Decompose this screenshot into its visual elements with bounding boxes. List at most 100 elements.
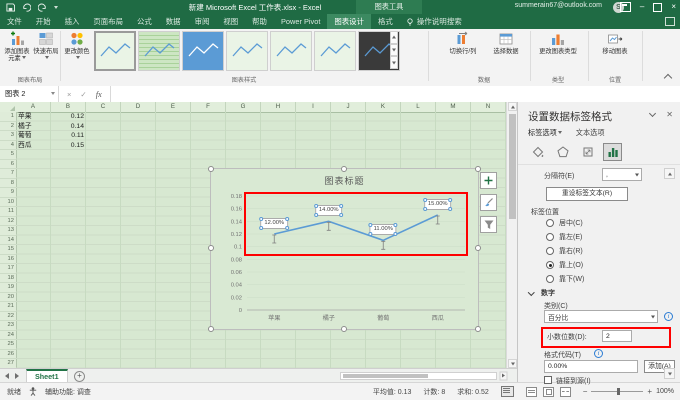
new-sheet-button[interactable]: +: [74, 371, 85, 382]
chart-handle[interactable]: [341, 166, 347, 172]
size-properties-icon[interactable]: [578, 143, 597, 161]
column-header-K[interactable]: K: [366, 102, 401, 112]
column-header-L[interactable]: L: [401, 102, 436, 112]
row-header-22[interactable]: 22: [0, 312, 16, 322]
ribbon-display-icon[interactable]: [620, 2, 631, 12]
tab-页面布局[interactable]: 页面布局: [86, 14, 130, 29]
row-header-6[interactable]: 6: [0, 160, 16, 170]
sheet-nav-right-icon[interactable]: [15, 373, 19, 379]
position-option-3[interactable]: 靠右(R): [546, 246, 583, 256]
sheet-tab-sheet1[interactable]: Sheet1: [26, 369, 68, 382]
tab-label-options[interactable]: 标签选项: [528, 128, 562, 138]
radio-icon[interactable]: [546, 261, 554, 269]
name-box[interactable]: 图表 2: [0, 86, 59, 102]
chart-style-thumb[interactable]: [226, 31, 268, 71]
undo-icon[interactable]: [22, 3, 31, 12]
save-icon[interactable]: [6, 3, 15, 12]
number-section-chevron-icon[interactable]: [529, 290, 534, 295]
number-section-header[interactable]: 数字: [541, 288, 555, 298]
vertical-scroll-thumb[interactable]: [509, 114, 516, 219]
quick-layout-button[interactable]: 快速布局: [33, 31, 59, 62]
switch-row-column-button[interactable]: 切换行/列: [443, 31, 483, 55]
chart-handle[interactable]: [475, 245, 481, 251]
zoom-slider-thumb[interactable]: [617, 388, 620, 395]
tab-插入[interactable]: 插入: [58, 14, 87, 29]
cell-A3[interactable]: 葡萄: [16, 131, 51, 141]
column-header-A[interactable]: A: [16, 102, 51, 112]
radio-icon[interactable]: [546, 247, 554, 255]
chart-handle[interactable]: [208, 245, 214, 251]
tab-文件[interactable]: 文件: [0, 14, 29, 29]
position-option-5[interactable]: 靠下(W): [546, 274, 584, 284]
column-header-H[interactable]: H: [261, 102, 296, 112]
move-chart-button[interactable]: 移动图表: [595, 31, 635, 55]
data-label[interactable]: 14.00%: [315, 205, 343, 216]
position-option-4[interactable]: 靠上(O): [546, 260, 583, 270]
vertical-scrollbar[interactable]: [506, 102, 517, 368]
horizontal-scrollbar[interactable]: [340, 372, 497, 380]
chart-object[interactable]: 图表标题 0.180.160.140.120.10.080.060.040.02…: [210, 168, 479, 330]
row-header-25[interactable]: 25: [0, 340, 16, 350]
tab-图表设计[interactable]: 图表设计: [327, 14, 371, 29]
chart-elements-button[interactable]: [480, 172, 497, 189]
restore-button[interactable]: [653, 3, 662, 12]
row-header-19[interactable]: 19: [0, 283, 16, 293]
tab-公式[interactable]: 公式: [130, 14, 159, 29]
chart-styles-button[interactable]: [480, 194, 497, 211]
row-header-7[interactable]: 7: [0, 169, 16, 179]
customize-qat-caret-icon[interactable]: [54, 6, 58, 9]
collapse-pane-icon[interactable]: [665, 17, 675, 26]
cell-B3[interactable]: 0.11: [51, 131, 87, 141]
scroll-down-icon[interactable]: [508, 359, 517, 368]
position-option-1[interactable]: 居中(C): [546, 218, 583, 228]
cell-A1[interactable]: 苹果: [16, 112, 51, 122]
select-data-button[interactable]: 选择数据: [487, 31, 525, 55]
zoom-slider[interactable]: [591, 391, 643, 392]
cell-B4[interactable]: 0.15: [51, 141, 87, 151]
column-header-E[interactable]: E: [156, 102, 191, 112]
row-header-12[interactable]: 12: [0, 217, 16, 227]
data-label[interactable]: 12.00%: [260, 218, 288, 229]
add-chart-element-button[interactable]: 添加图表元素: [2, 31, 32, 62]
cell-A2[interactable]: 橘子: [16, 122, 51, 132]
row-header-10[interactable]: 10: [0, 198, 16, 208]
row-header-18[interactable]: 18: [0, 274, 16, 284]
row-header-16[interactable]: 16: [0, 255, 16, 265]
row-header-23[interactable]: 23: [0, 321, 16, 331]
zoom-out-icon[interactable]: −: [583, 387, 588, 396]
column-header-J[interactable]: J: [331, 102, 366, 112]
row-header-4[interactable]: 4: [0, 141, 16, 151]
separator-combobox[interactable]: ,: [602, 168, 642, 181]
chart-handle[interactable]: [208, 166, 214, 172]
column-header-C[interactable]: C: [86, 102, 121, 112]
minimize-button[interactable]: –: [640, 0, 644, 14]
cell-B1[interactable]: 0.12: [51, 112, 87, 122]
column-header-M[interactable]: M: [436, 102, 471, 112]
gallery-more-icon[interactable]: [390, 56, 398, 69]
scroll-right-icon[interactable]: [500, 372, 508, 381]
fill-line-icon[interactable]: [528, 143, 547, 161]
enter-icon[interactable]: ✓: [80, 90, 86, 99]
radio-icon[interactable]: [546, 233, 554, 241]
chart-handle[interactable]: [341, 326, 347, 332]
column-header-D[interactable]: D: [121, 102, 156, 112]
row-header-9[interactable]: 9: [0, 188, 16, 198]
reset-label-text-button[interactable]: 重设标签文本(R): [546, 187, 628, 201]
row-header-8[interactable]: 8: [0, 179, 16, 189]
row-header-24[interactable]: 24: [0, 331, 16, 341]
radio-icon[interactable]: [546, 275, 554, 283]
position-option-2[interactable]: 靠左(E): [546, 232, 582, 242]
row-header-21[interactable]: 21: [0, 302, 16, 312]
chart-style-thumb[interactable]: [94, 31, 136, 71]
data-label[interactable]: 11.00%: [370, 224, 397, 235]
cancel-icon[interactable]: ×: [67, 90, 71, 99]
change-chart-type-button[interactable]: 更改图表类型: [536, 31, 580, 55]
column-header-I[interactable]: I: [296, 102, 331, 112]
pane-close-icon[interactable]: ✕: [666, 110, 673, 119]
row-header-15[interactable]: 15: [0, 245, 16, 255]
change-colors-button[interactable]: 更改颜色: [63, 31, 91, 62]
chart-style-thumb[interactable]: [138, 31, 180, 71]
tab-视图[interactable]: 视图: [216, 14, 245, 29]
status-accessibility[interactable]: 辅助功能: 调查: [45, 387, 91, 397]
gallery-scroll-up-icon[interactable]: [390, 31, 398, 44]
